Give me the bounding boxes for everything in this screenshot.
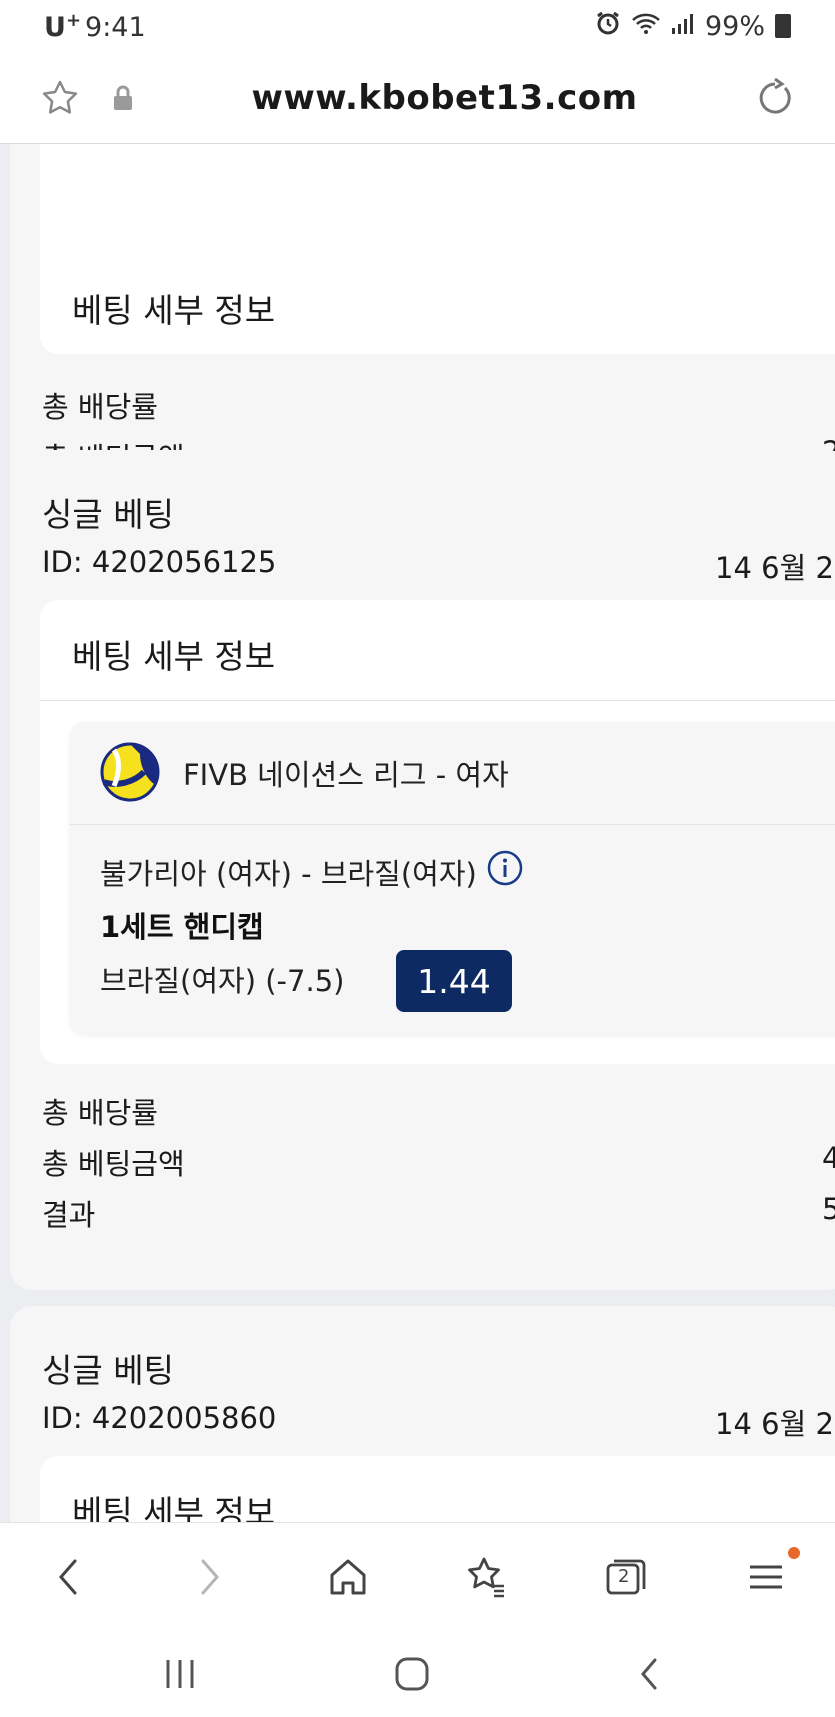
bet-details-panel: 베팅 세부 정보 FIVB 네이션스 리그 - 여자 불가리아 (여자) - 브… bbox=[40, 600, 835, 1064]
tabs-button[interactable]: 2 bbox=[600, 1551, 652, 1603]
bet-details-panel: 베팅 세부 정보 bbox=[40, 1456, 835, 1522]
match-name: 불가리아 (여자) - 브라질(여자) bbox=[100, 856, 477, 891]
result-label: 결과 bbox=[42, 1198, 96, 1232]
bet-card: 싱글 베팅 ID: 4202056125 14 6월 2 베팅 세부 정보 FI… bbox=[10, 450, 835, 1290]
star-icon[interactable] bbox=[40, 78, 80, 118]
notification-dot bbox=[788, 1547, 800, 1559]
tab-count: 2 bbox=[618, 1566, 630, 1587]
league-name: FIVB 네이션스 리그 - 여자 bbox=[183, 758, 509, 792]
carrier-label: U+ bbox=[44, 9, 82, 43]
bet-date: 14 6월 2 bbox=[715, 1407, 834, 1441]
forward-button[interactable] bbox=[184, 1551, 236, 1603]
total-odds-label: 총 배당률 bbox=[42, 390, 158, 424]
system-navigation-bar bbox=[0, 1627, 835, 1717]
divider bbox=[40, 700, 835, 701]
status-left: U+ 9:41 bbox=[44, 10, 146, 43]
status-bar: U+ 9:41 99% bbox=[0, 0, 835, 52]
status-right: 99% bbox=[595, 10, 791, 43]
total-stake-value: 4 bbox=[822, 1141, 835, 1175]
wifi-icon bbox=[631, 11, 661, 42]
total-odds-label: 총 배당률 bbox=[42, 1096, 158, 1130]
refresh-icon[interactable] bbox=[755, 77, 795, 118]
bet-details-panel: 베팅 세부 정보 bbox=[40, 144, 835, 354]
match-row: 불가리아 (여자) - 브라질(여자) bbox=[100, 850, 523, 893]
signal-icon bbox=[671, 11, 695, 42]
menu-button[interactable] bbox=[740, 1547, 800, 1603]
battery-icon bbox=[775, 14, 791, 38]
divider bbox=[70, 824, 835, 825]
total-stake-label: 총 베팅금액 bbox=[42, 1147, 185, 1181]
bet-event: FIVB 네이션스 리그 - 여자 불가리아 (여자) - 브라질(여자) 1세… bbox=[70, 722, 835, 1034]
market-name: 1세트 핸디캡 bbox=[100, 910, 264, 944]
info-icon[interactable] bbox=[487, 850, 523, 893]
result-value: 5 bbox=[822, 1192, 835, 1226]
bet-details-title: 베팅 세부 정보 bbox=[72, 637, 276, 676]
url-text[interactable]: www.kbobet13.com bbox=[134, 78, 755, 118]
back-button[interactable] bbox=[42, 1551, 94, 1603]
odds-badge: 1.44 bbox=[396, 950, 512, 1012]
bet-details-title: 베팅 세부 정보 bbox=[72, 291, 276, 330]
back-system-button[interactable] bbox=[625, 1649, 675, 1699]
bet-history-list: 베팅 세부 정보 총 배당률 총 베팅금액 2 결과 4 싱글 베팅 ID: 4… bbox=[0, 144, 835, 1522]
home-system-button[interactable] bbox=[387, 1649, 437, 1699]
bet-type-title: 싱글 베팅 bbox=[42, 1351, 174, 1390]
recent-apps-button[interactable] bbox=[155, 1649, 205, 1699]
selection-name: 브라질(여자) (-7.5) bbox=[100, 964, 345, 998]
bet-id: ID: 4202005860 bbox=[42, 1401, 277, 1435]
alarm-icon bbox=[595, 10, 621, 43]
bet-date: 14 6월 2 bbox=[715, 551, 834, 585]
battery-label: 99% bbox=[704, 10, 765, 42]
volleyball-icon bbox=[100, 742, 160, 806]
address-bar: www.kbobet13.com bbox=[0, 52, 835, 144]
bet-details-title: 베팅 세부 정보 bbox=[72, 1493, 276, 1522]
lock-icon bbox=[112, 85, 134, 111]
bet-type-title: 싱글 베팅 bbox=[42, 495, 174, 534]
home-button[interactable] bbox=[322, 1551, 374, 1603]
bet-id: ID: 4202056125 bbox=[42, 545, 277, 579]
browser-toolbar: 2 bbox=[0, 1522, 835, 1627]
clock: 9:41 bbox=[85, 11, 146, 43]
bet-card: 싱글 베팅 ID: 4202005860 14 6월 2 베팅 세부 정보 bbox=[10, 1306, 835, 1522]
bookmarks-button[interactable] bbox=[460, 1551, 512, 1603]
